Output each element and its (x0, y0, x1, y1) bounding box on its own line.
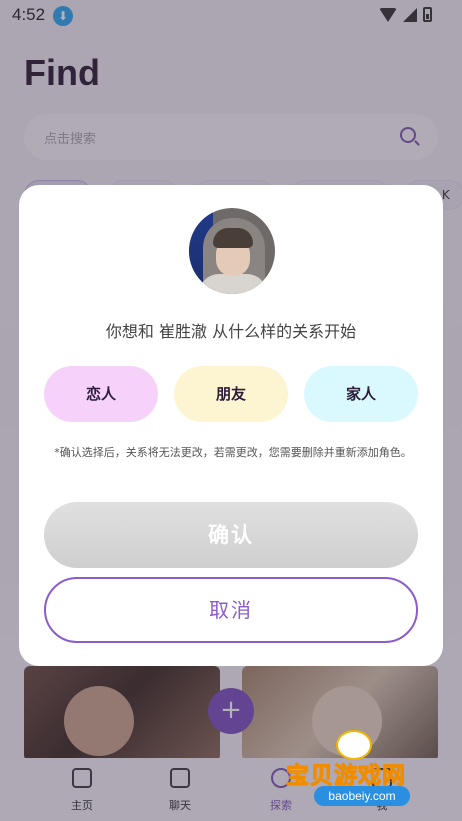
confirm-button[interactable]: 确认 (44, 502, 418, 568)
avatar (189, 208, 275, 294)
cancel-button[interactable]: 取消 (44, 577, 418, 643)
avatar-hair (213, 228, 253, 248)
relationship-dialog: 你想和 崔胜澈 从什么样的关系开始 恋人 朋友 家人 *确认选择后，关系将无法更… (19, 185, 443, 666)
relation-friend-button[interactable]: 朋友 (174, 366, 288, 422)
watermark-text: 宝贝游戏网 (286, 763, 406, 790)
relation-lover-button[interactable]: 恋人 (44, 366, 158, 422)
relation-family-button[interactable]: 家人 (304, 366, 418, 422)
watermark-logo: 宝贝游戏网 baobeiy.com (286, 730, 436, 812)
watermark-url: baobeiy.com (314, 786, 410, 806)
avatar-shirt (199, 274, 267, 294)
dialog-question: 你想和 崔胜澈 从什么样的关系开始 (105, 322, 357, 341)
dialog-notice: *确认选择后，关系将无法更改，若需更改，您需要删除并重新添加角色。 (54, 446, 412, 459)
